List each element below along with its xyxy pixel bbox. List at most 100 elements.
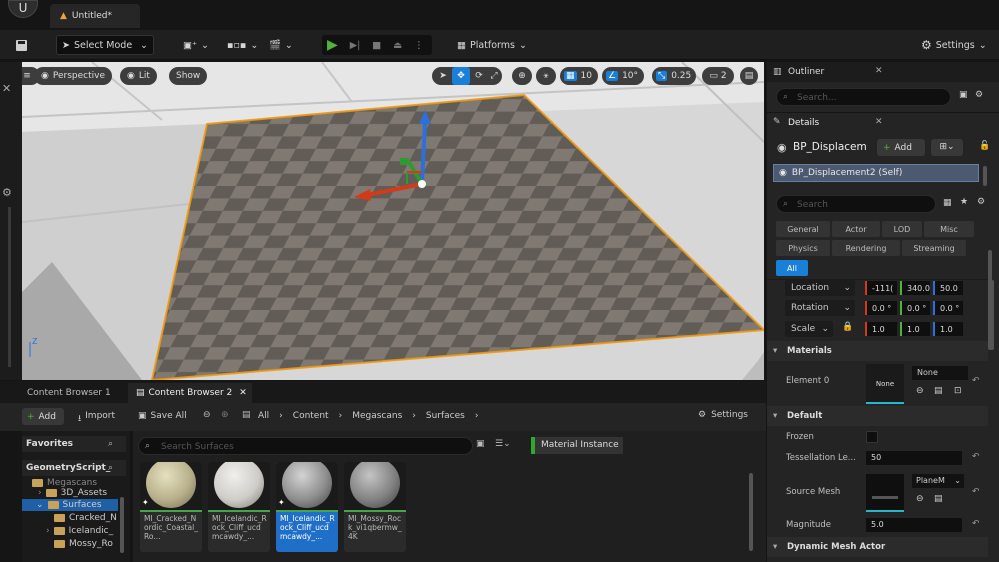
grid-view-icon[interactable]: ▦ xyxy=(943,198,952,208)
folder-icon[interactable]: ▤ xyxy=(934,386,943,396)
add-button[interactable]: + Add xyxy=(22,408,64,425)
settings-gear-icon[interactable]: ⚙ xyxy=(975,90,983,100)
materials-section-header[interactable]: ▾ Materials xyxy=(767,341,988,361)
frozen-checkbox[interactable] xyxy=(866,431,878,443)
import-button[interactable]: ⭳ Import xyxy=(78,411,115,427)
tree-item-cracked[interactable]: Cracked_N xyxy=(54,512,117,524)
rotation-x-field[interactable]: 0.0 ° xyxy=(865,301,897,315)
outliner-tab[interactable]: ▥ Outliner ✕ xyxy=(767,62,999,82)
tab-content-browser-1[interactable]: Content Browser 1 xyxy=(22,383,122,403)
details-search-input[interactable]: ⌕ Search xyxy=(776,195,936,213)
unreal-logo-icon[interactable]: U xyxy=(8,0,38,18)
lock-icon[interactable]: 🔒 xyxy=(842,322,853,332)
translate-icon[interactable]: ✥ xyxy=(452,67,470,85)
level-viewport[interactable]: Z ≡ ◉ Perspective ◉ Lit Show ➤ ✥ ⟳ ⤢ ⊕ ⚹… xyxy=(22,62,764,380)
step-icon[interactable]: ▶| xyxy=(350,40,361,51)
asset-search-input[interactable]: ⌕ Search Surfaces xyxy=(138,437,473,455)
category-rendering[interactable]: Rendering xyxy=(832,240,900,256)
folder-icon[interactable]: ▤ xyxy=(242,410,251,420)
save-icon[interactable] xyxy=(10,35,33,55)
search-icon[interactable]: ⌕ xyxy=(108,439,113,449)
reset-arrow-icon[interactable]: ↶ xyxy=(972,452,980,462)
scale-icon[interactable]: ⤢ xyxy=(486,67,502,85)
default-section-header[interactable]: ▾ Default xyxy=(767,406,988,426)
select-arrow-icon[interactable]: ➤ xyxy=(434,67,452,85)
rotation-y-field[interactable]: 0.0 ° xyxy=(900,301,930,315)
source-mesh-combo[interactable]: PlaneM ⌄ xyxy=(912,474,964,488)
stop-icon[interactable]: ■ xyxy=(372,40,381,51)
add-component-button[interactable]: + Add xyxy=(877,139,925,156)
location-z-field[interactable]: 50.0 xyxy=(933,281,963,295)
scale-dropdown[interactable]: Scale ⌄ xyxy=(785,321,833,337)
asset-tile[interactable]: MI_Icelandic_Rock_Cliff_ucdmcawdy_... xyxy=(208,462,270,552)
save-search-icon[interactable]: ▣ xyxy=(476,439,485,449)
category-misc[interactable]: Misc xyxy=(924,221,974,237)
asset-tile[interactable]: MI_Mossy_Rock_vi1qbermw_4K xyxy=(344,462,406,552)
folder-icon[interactable]: ▤ xyxy=(934,494,943,504)
add-actor-button[interactable]: ▣⁺ ⌄ xyxy=(178,35,214,55)
tree-item-3d-assets[interactable]: › 3D_Assets xyxy=(38,487,107,499)
scale-x-field[interactable]: 1.0 xyxy=(865,322,897,336)
rotate-icon[interactable]: ⟳ xyxy=(471,67,487,85)
camera-speed-button[interactable]: ▭ 2 xyxy=(702,67,734,85)
category-general[interactable]: General xyxy=(776,221,830,237)
lock-icon[interactable]: 🔓 xyxy=(979,141,990,151)
asset-tile-selected[interactable]: ✦ MI_Icelandic_Rock_Cliff_ucdmcawdy_... xyxy=(276,462,338,552)
browse-arrow-icon[interactable]: ⊖ xyxy=(916,494,924,504)
category-streaming[interactable]: Streaming xyxy=(902,240,966,256)
scrollbar[interactable] xyxy=(8,207,11,367)
category-all[interactable]: All xyxy=(776,260,808,276)
reset-arrow-icon[interactable]: ↶ xyxy=(972,519,980,529)
breadcrumb-megascans[interactable]: Megascans xyxy=(352,411,402,421)
breadcrumb-surfaces[interactable]: Surfaces xyxy=(426,411,465,421)
close-icon[interactable]: ✕ xyxy=(875,66,883,76)
scrollbar[interactable] xyxy=(988,250,992,350)
filter-chip-material-instance[interactable]: Material Instance xyxy=(531,437,623,454)
scale-y-field[interactable]: 1.0 xyxy=(900,322,930,336)
play-icon[interactable]: ▶ xyxy=(327,37,338,53)
tree-item-mossy[interactable]: Mossy_Ro xyxy=(54,538,113,550)
search-icon[interactable]: ⌕ xyxy=(108,463,113,473)
blueprint-button[interactable]: ▪▫▪ ⌄ xyxy=(222,35,263,55)
cinematics-button[interactable]: 🎬 ⌄ xyxy=(264,35,298,55)
grid-snap-toggle[interactable]: ▦ 10 xyxy=(560,67,598,85)
star-icon[interactable]: ★ xyxy=(960,197,968,207)
close-icon[interactable]: ✕ xyxy=(875,117,883,127)
view-mode-dropdown[interactable]: ◉ Lit xyxy=(120,67,157,85)
viewport-layout-icon[interactable]: ▤ xyxy=(740,67,758,85)
level-tab[interactable]: ▲ Untitled* xyxy=(50,4,140,28)
magnitude-field[interactable]: 5.0 xyxy=(866,518,962,532)
scrollbar[interactable] xyxy=(120,497,124,553)
cb-settings-button[interactable]: ⚙ Settings xyxy=(698,410,748,420)
category-lod[interactable]: LOD xyxy=(882,221,922,237)
forward-icon[interactable]: ⊕ xyxy=(221,410,229,420)
reset-arrow-icon[interactable]: ↶ xyxy=(972,487,980,497)
close-icon[interactable]: ✕ xyxy=(239,388,247,398)
scale-z-field[interactable]: 1.0 xyxy=(933,322,963,336)
gear-icon[interactable]: ⚙ xyxy=(2,186,12,199)
platforms-dropdown[interactable]: ▦ Platforms ⌄ xyxy=(452,35,532,55)
browse-arrow-icon[interactable]: ⊖ xyxy=(916,386,924,396)
component-row-self[interactable]: ◉ BP_Displacement2 (Self) xyxy=(773,164,979,182)
asset-tile[interactable]: ✦ MI_Cracked_Nordic_Coastal_Ro... xyxy=(140,462,202,552)
scrollbar[interactable] xyxy=(983,166,987,186)
scrollbar[interactable] xyxy=(749,473,753,551)
details-tab[interactable]: ✎ Details ✕ xyxy=(767,113,999,133)
tessellation-field[interactable]: 50 xyxy=(866,451,962,465)
mesh-thumbnail[interactable] xyxy=(866,474,904,512)
surface-snap-icon[interactable]: ⚹ xyxy=(536,67,556,85)
pick-icon[interactable]: ⊡ xyxy=(954,386,962,396)
rotation-z-field[interactable]: 0.0 ° xyxy=(933,301,963,315)
location-dropdown[interactable]: Location ⌄ xyxy=(785,280,855,296)
location-x-field[interactable]: -111( xyxy=(865,281,897,295)
location-y-field[interactable]: 340.0 xyxy=(900,281,930,295)
save-all-button[interactable]: ▣ Save All xyxy=(138,411,187,421)
breadcrumb-all[interactable]: All xyxy=(258,411,269,421)
category-actor[interactable]: Actor xyxy=(832,221,880,237)
settings-dropdown[interactable]: ⚙ Settings ⌄ xyxy=(916,35,992,55)
material-thumbnail[interactable]: None xyxy=(866,364,904,404)
folder-add-icon[interactable]: ▣ xyxy=(959,90,968,100)
tab-content-browser-2[interactable]: ▤ Content Browser 2 ✕ xyxy=(128,383,252,403)
tree-item-surfaces[interactable]: ⌄ Surfaces xyxy=(22,499,118,511)
tree-item-icelandic[interactable]: › Icelandic_ xyxy=(46,525,113,537)
